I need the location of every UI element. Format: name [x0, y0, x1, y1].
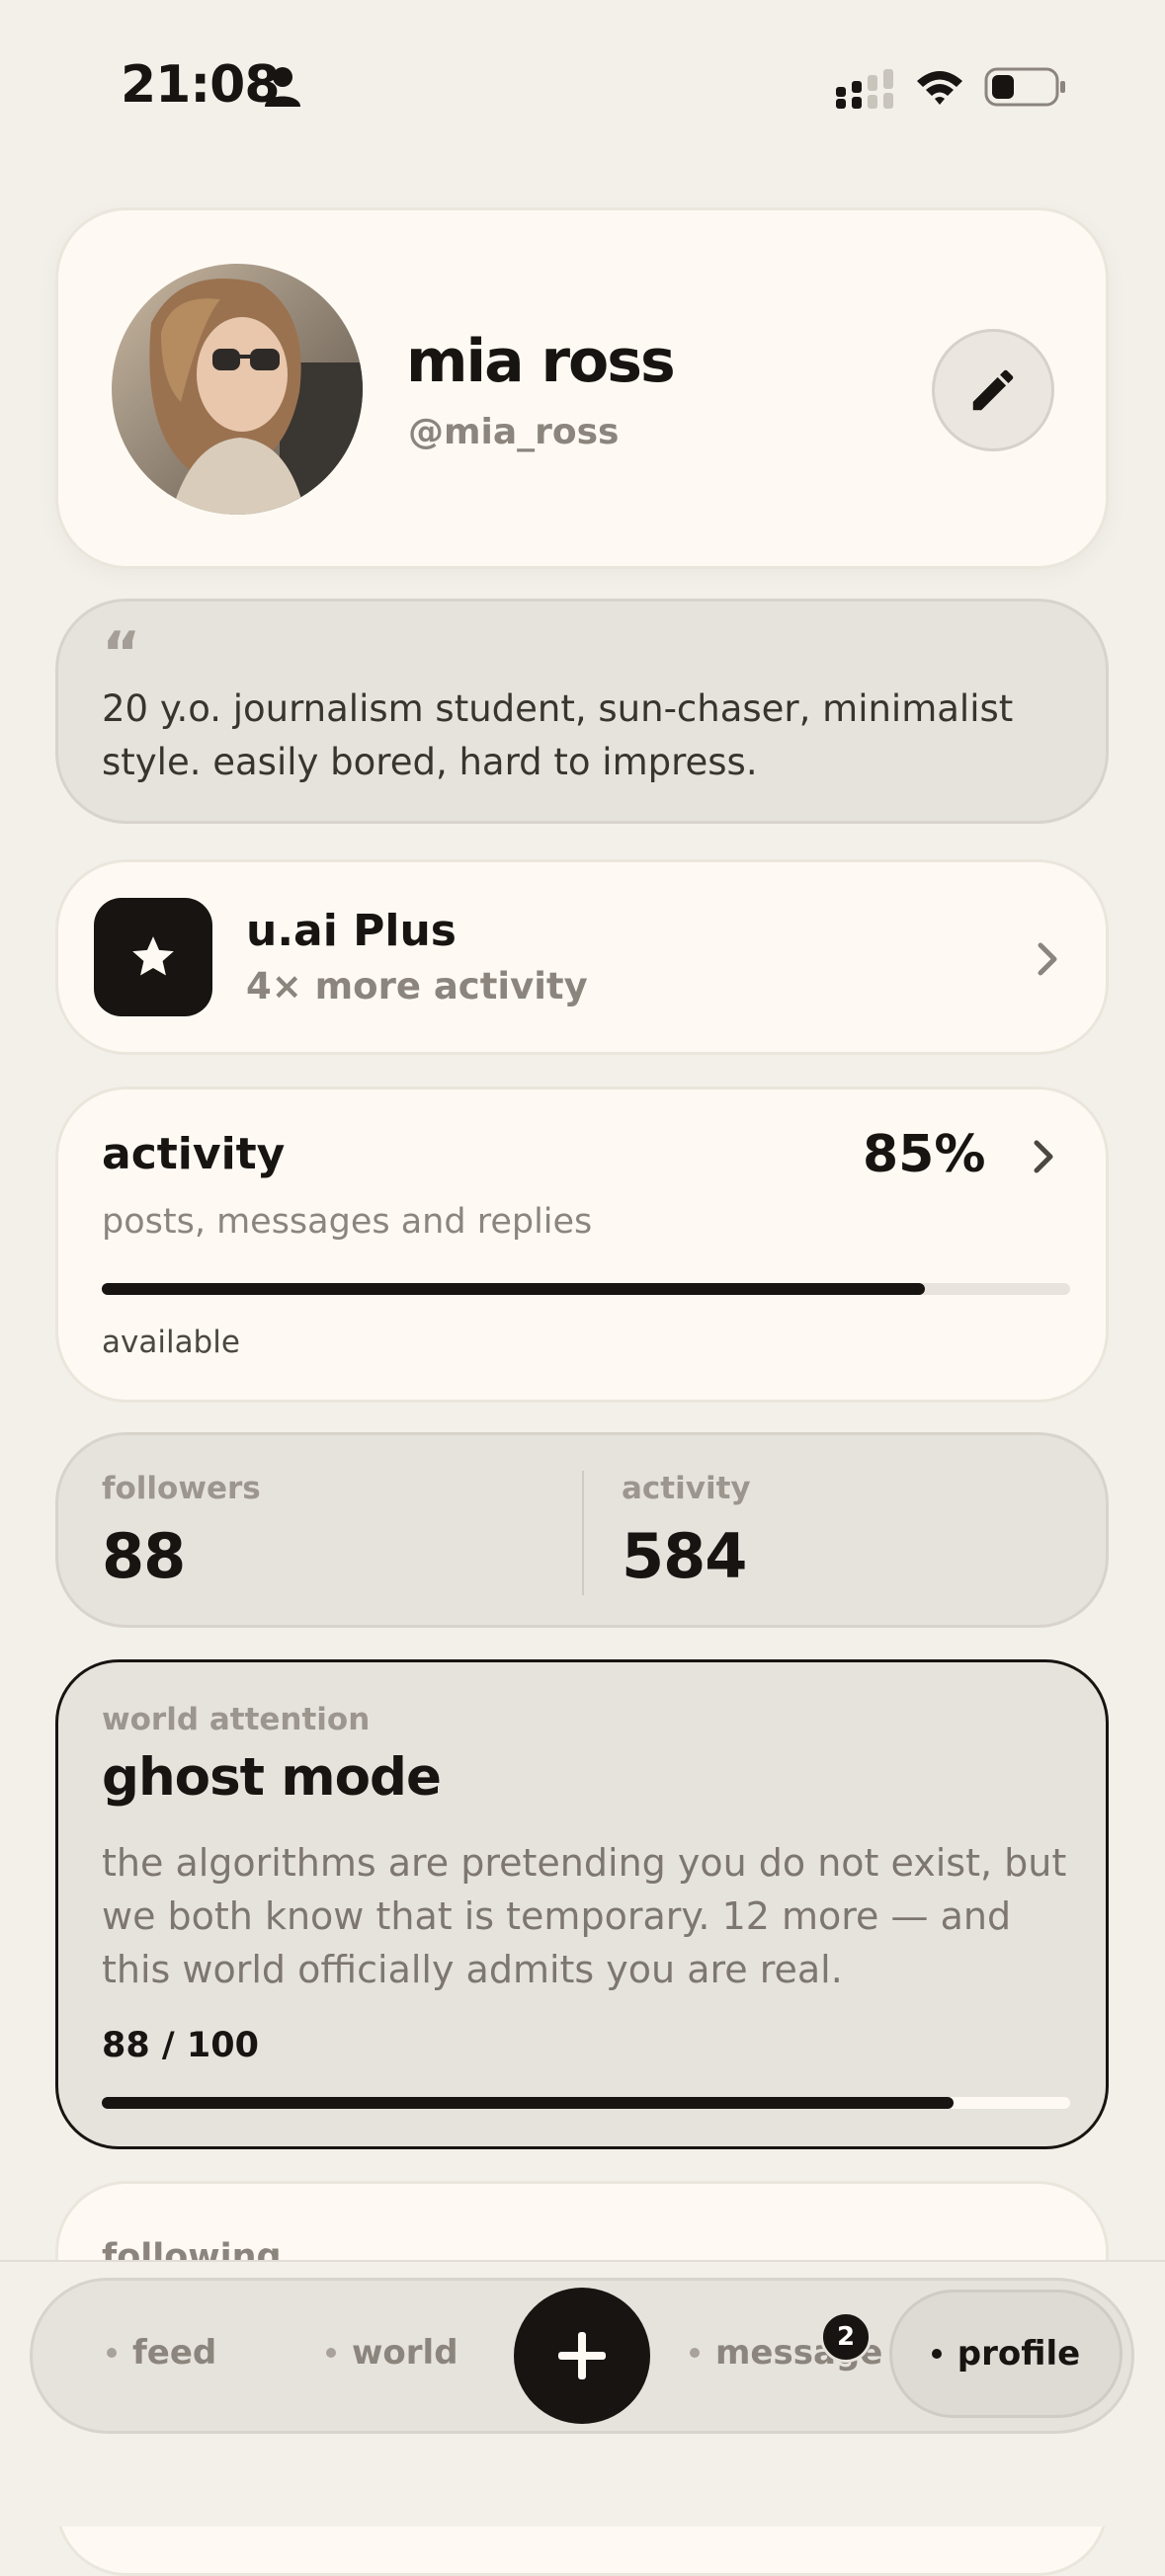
nav-feed-label: feed	[132, 2333, 217, 2373]
messages-badge: 2	[820, 2311, 872, 2363]
followers-label: followers	[102, 1471, 261, 1506]
nav-world[interactable]: world	[326, 2333, 458, 2373]
status-time: 21:08	[121, 55, 281, 115]
dot-icon	[326, 2348, 336, 2358]
plus-upsell-card[interactable]: u.ai Plus 4× more activity	[55, 859, 1109, 1055]
nav-world-label: world	[352, 2333, 458, 2373]
ghost-count: 88 / 100	[102, 2026, 259, 2065]
battery-icon	[984, 67, 1065, 107]
pencil-icon	[972, 369, 1014, 411]
activity-stat-count: 584	[622, 1520, 747, 1592]
activity-stat-label: activity	[622, 1471, 751, 1506]
chevron-right-icon	[1034, 1140, 1053, 1173]
plus-badge	[94, 898, 212, 1016]
nav-profile-label: profile	[957, 2334, 1081, 2374]
ghost-progress-fill	[102, 2097, 955, 2109]
star-icon	[132, 936, 174, 976]
avatar	[112, 264, 363, 515]
wifi-icon	[917, 71, 962, 105]
nav-feed[interactable]: feed	[107, 2333, 216, 2373]
chevron-right-icon	[1038, 942, 1057, 976]
stats-card: followers 88 activity 584	[55, 1432, 1109, 1628]
ghost-title: ghost mode	[102, 1747, 442, 1808]
stats-divider	[582, 1471, 584, 1595]
activity-status: available	[102, 1325, 240, 1360]
plus-title: u.ai Plus	[246, 906, 457, 956]
bio-text: 20 y.o. journalism student, sun-chaser, …	[102, 687, 1014, 783]
dot-icon	[690, 2348, 700, 2358]
dot-icon	[931, 2349, 942, 2359]
plus-icon	[558, 2332, 606, 2379]
activity-progress-fill	[102, 1283, 925, 1295]
ghost-label: world attention	[102, 1702, 371, 1737]
cellular-signal-icon	[836, 69, 893, 109]
followers-count: 88	[102, 1520, 186, 1592]
profile-card: mia ross @mia_ross	[55, 207, 1109, 569]
bio-card: “ 20 y.o. journalism student, sun-chaser…	[55, 599, 1109, 824]
activity-title: activity	[102, 1129, 286, 1179]
profile-name: mia ross	[406, 327, 676, 396]
edit-profile-button[interactable]	[932, 329, 1054, 451]
plus-subtitle: 4× more activity	[246, 965, 588, 1007]
profile-handle: @mia_ross	[408, 412, 620, 452]
activity-subtitle: posts, messages and replies	[102, 1202, 593, 1242]
activity-percent: 85%	[863, 1125, 986, 1184]
dot-icon	[107, 2348, 117, 2358]
person-icon	[265, 67, 300, 107]
create-post-button[interactable]	[514, 2288, 650, 2424]
ghost-progress-track	[102, 2097, 1070, 2109]
activity-progress-track	[102, 1283, 1070, 1295]
quote-icon: “	[102, 619, 141, 688]
activity-card[interactable]: activity 85% posts, messages and replies…	[55, 1087, 1109, 1403]
nav-profile[interactable]: profile	[889, 2290, 1123, 2418]
ghost-description: the algorithms are pretending you do not…	[102, 1841, 1067, 1991]
ghost-mode-card: world attention ghost mode the algorithm…	[55, 1659, 1109, 2149]
